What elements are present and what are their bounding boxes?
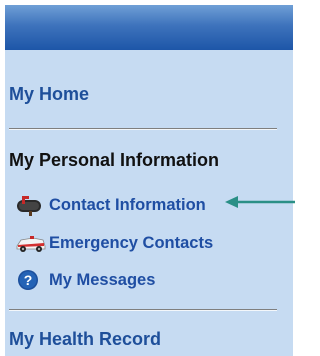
- sidebar-item-label: Emergency Contacts: [49, 233, 214, 252]
- pointer-arrow-icon: [225, 196, 295, 208]
- my-health-record-link[interactable]: My Health Record: [9, 329, 161, 350]
- sidebar-item-label: Contact Information: [49, 195, 206, 214]
- sidebar-item-label: My Messages: [49, 270, 156, 289]
- sidebar-item-my-messages[interactable]: ? My Messages: [15, 269, 155, 291]
- ambulance-icon: [15, 232, 47, 254]
- sidebar-item-emergency-contacts[interactable]: Emergency Contacts: [15, 232, 213, 254]
- my-home-link[interactable]: My Home: [9, 84, 89, 105]
- sidebar-header-bar: [5, 5, 293, 50]
- sidebar-item-contact-information[interactable]: Contact Information: [15, 194, 206, 216]
- sidebar-panel: My Home My Personal Information Contact …: [5, 5, 293, 356]
- svg-text:?: ?: [24, 272, 33, 288]
- section-divider: [9, 128, 277, 130]
- mailbox-icon: [15, 194, 47, 216]
- section-divider: [9, 309, 277, 311]
- personal-information-heading: My Personal Information: [9, 150, 220, 170]
- help-icon: ?: [15, 269, 47, 291]
